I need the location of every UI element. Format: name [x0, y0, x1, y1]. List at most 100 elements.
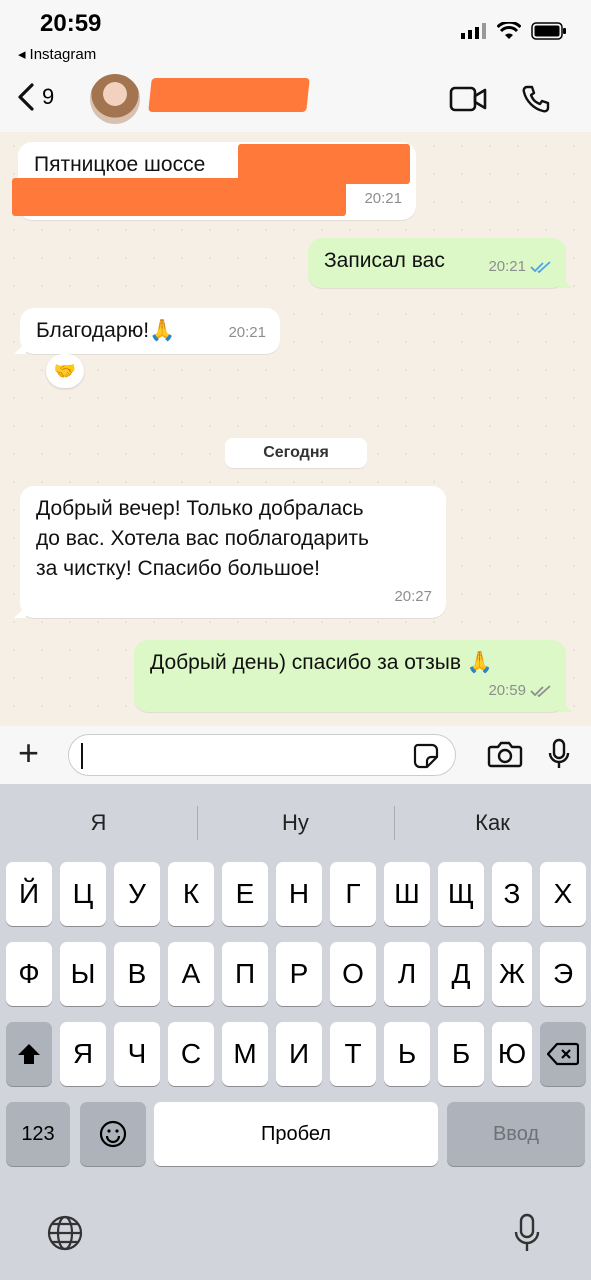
message-outgoing[interactable]: Записал вас 20:21	[308, 238, 572, 288]
key[interactable]: О	[330, 942, 376, 1006]
key[interactable]: В	[114, 942, 160, 1006]
battery-icon	[531, 22, 566, 40]
space-key[interactable]: Пробел	[154, 1102, 438, 1166]
plus-icon[interactable]: +	[18, 735, 39, 771]
key[interactable]: Б	[438, 1022, 484, 1086]
key[interactable]: Х	[540, 862, 586, 926]
suggestion-bar: Я Ну Как	[0, 784, 591, 862]
dictation-microphone-icon[interactable]	[512, 1212, 542, 1254]
signal-icon	[461, 23, 486, 39]
shift-icon	[18, 1044, 40, 1064]
handshake-emoji: 🤝	[53, 360, 77, 381]
key[interactable]: Й	[6, 862, 52, 926]
message-time: 20:27	[394, 588, 432, 605]
return-key[interactable]: Ввод	[447, 1102, 585, 1166]
status-bar: 20:59 ◂ Instagram	[0, 0, 591, 64]
keyboard-row-3: Я Ч С М И Т Ь Б Ю	[0, 1022, 591, 1086]
message-outgoing[interactable]: Добрый день) спасибо за отзыв 🙏 20:59	[134, 640, 572, 712]
keyboard-row-2: Ф Ы В А П Р О Л Д Ж Э	[0, 942, 591, 1006]
key[interactable]: Н	[276, 862, 322, 926]
key[interactable]: Ь	[384, 1022, 430, 1086]
message-time: 20:21	[364, 190, 402, 207]
key[interactable]: У	[114, 862, 160, 926]
key[interactable]: К	[168, 862, 214, 926]
message-time: 20:59	[488, 676, 552, 706]
key[interactable]: Ш	[384, 862, 430, 926]
status-icons	[461, 22, 567, 40]
key[interactable]: Л	[384, 942, 430, 1006]
message-text: Записал вас	[324, 249, 445, 272]
microphone-icon[interactable]	[547, 738, 571, 770]
suggestion-item[interactable]: Как	[394, 784, 591, 862]
phone-icon[interactable]	[521, 84, 551, 114]
back-to-app[interactable]: ◂ Instagram	[18, 45, 97, 64]
key[interactable]: Я	[60, 1022, 106, 1086]
key[interactable]: С	[168, 1022, 214, 1086]
message-time: 20:21	[488, 252, 552, 282]
smiley-icon	[99, 1120, 127, 1148]
key[interactable]: М	[222, 1022, 268, 1086]
camera-icon[interactable]	[487, 740, 523, 768]
text-caret	[81, 743, 83, 769]
message-line: Добрый вечер! Только добралась	[36, 497, 364, 520]
key[interactable]: Г	[330, 862, 376, 926]
message-input[interactable]	[68, 734, 456, 776]
key[interactable]: Ч	[114, 1022, 160, 1086]
key[interactable]: Ф	[6, 942, 52, 1006]
key[interactable]: Ц	[60, 862, 106, 926]
emoji-key[interactable]	[80, 1102, 146, 1166]
key[interactable]: Е	[222, 862, 268, 926]
shift-key[interactable]	[6, 1022, 52, 1086]
globe-icon[interactable]	[46, 1214, 84, 1252]
key[interactable]: А	[168, 942, 214, 1006]
key[interactable]: Щ	[438, 862, 484, 926]
numbers-key[interactable]: 123	[6, 1102, 70, 1166]
message-time: 20:21	[228, 324, 266, 341]
key[interactable]: Э	[540, 942, 586, 1006]
key[interactable]: Д	[438, 942, 484, 1006]
message-reaction[interactable]: 🤝	[46, 354, 84, 388]
status-time: 20:59	[40, 10, 102, 37]
wifi-icon	[497, 22, 521, 39]
unread-count: 9	[42, 84, 55, 109]
redacted-contact-name[interactable]	[148, 78, 310, 112]
contact-avatar[interactable]	[90, 74, 140, 124]
composer-bar: +	[0, 726, 591, 784]
double-check-delivered-icon	[530, 685, 551, 697]
sticker-icon[interactable]	[413, 743, 439, 769]
suggestion-item[interactable]: Ну	[197, 784, 394, 862]
message-text: Благодарю!🙏	[36, 319, 176, 342]
chat-wallpaper	[0, 132, 591, 726]
key[interactable]: И	[276, 1022, 322, 1086]
back-app-label: Instagram	[29, 45, 97, 63]
composer-actions	[487, 738, 571, 770]
suggestion-item[interactable]: Я	[0, 784, 197, 862]
chevron-left-icon	[18, 83, 34, 111]
keyboard-bottom-bar	[0, 1198, 591, 1258]
message-line: за чистку! Спасибо большое!	[36, 557, 320, 580]
redaction-block	[12, 178, 346, 216]
double-check-read-icon	[530, 261, 551, 273]
date-separator: Сегодня	[225, 438, 367, 468]
key[interactable]: П	[222, 942, 268, 1006]
back-triangle-icon: ◂	[18, 46, 26, 63]
key[interactable]: Ю	[492, 1022, 532, 1086]
video-camera-icon[interactable]	[449, 86, 487, 112]
delete-key[interactable]	[540, 1022, 586, 1086]
message-incoming[interactable]: Добрый вечер! Только добралась до вас. Х…	[14, 486, 446, 618]
keyboard-row-1: Й Ц У К Е Н Г Ш Щ З Х	[0, 862, 591, 926]
key[interactable]: Р	[276, 942, 322, 1006]
key[interactable]: Т	[330, 1022, 376, 1086]
message-incoming[interactable]: Благодарю!🙏 20:21	[14, 308, 280, 354]
key[interactable]: Ж	[492, 942, 532, 1006]
header-actions	[449, 84, 551, 114]
keyboard-row-4: 123 Пробел Ввод	[0, 1102, 591, 1166]
keyboard: Я Ну Как Й Ц У К Е Н Г Ш Щ З Х Ф Ы В А П…	[0, 784, 591, 1280]
key[interactable]: Ы	[60, 942, 106, 1006]
chat-area[interactable]: Пятницкое шоссе 20:21 Записал вас 20:21 …	[0, 132, 591, 726]
message-line: до вас. Хотела вас поблагодарить	[36, 527, 369, 550]
message-text: Пятницкое шоссе	[34, 153, 206, 176]
message-text: Добрый день) спасибо за отзыв 🙏	[150, 651, 493, 674]
key[interactable]: З	[492, 862, 532, 926]
back-button[interactable]: 9	[16, 82, 54, 112]
